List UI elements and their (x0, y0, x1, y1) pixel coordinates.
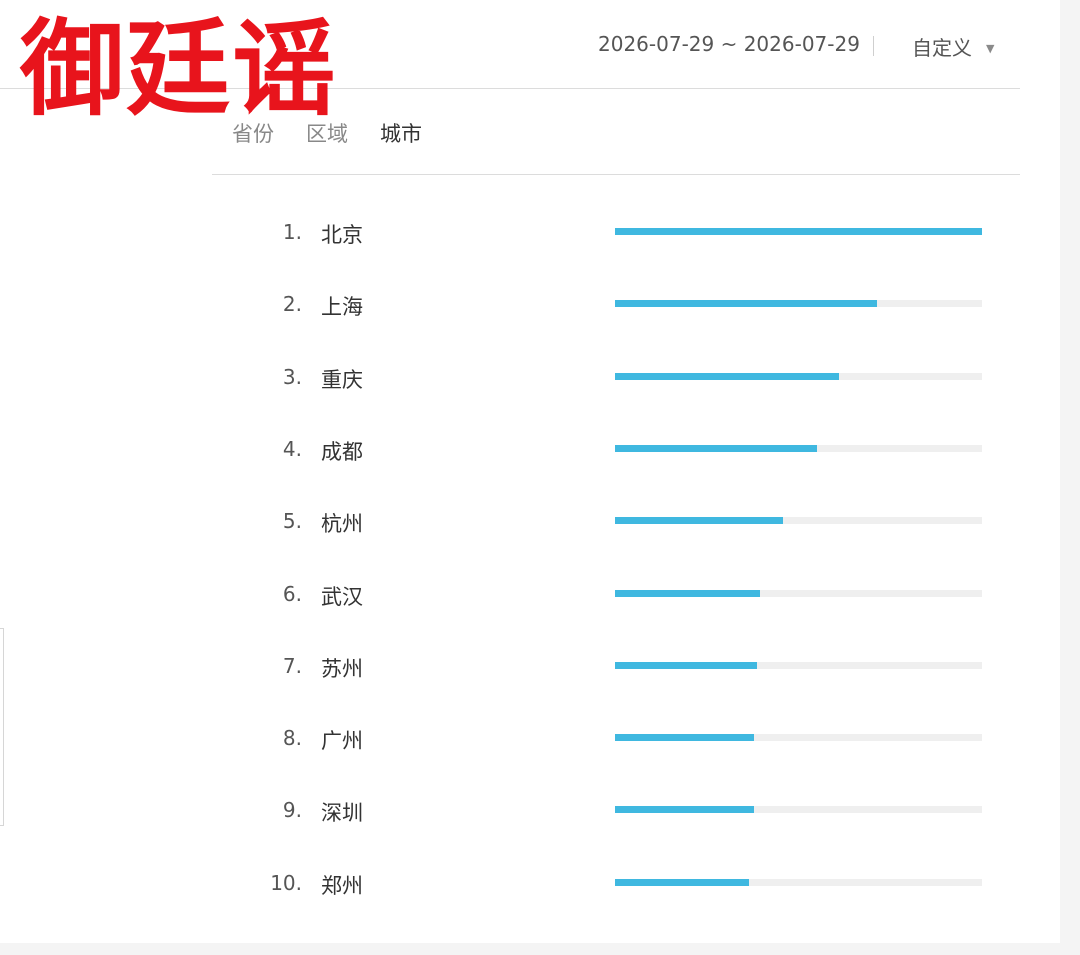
ranking-row: 6. 武汉 (0, 558, 1060, 630)
ranking-row: 5. 杭州 (0, 485, 1060, 557)
rank-bar-track (615, 878, 982, 886)
rank-bar-fill (615, 300, 877, 308)
rank-bar-fill (615, 806, 754, 814)
rank-number: 8. (282, 726, 302, 751)
caret-down-icon: ▼ (986, 42, 995, 55)
rank-bar-track (615, 300, 982, 308)
rank-bar-fill (615, 444, 817, 452)
rank-bar-track (615, 661, 982, 669)
header-divider (873, 36, 874, 56)
ranking-row: 9. 深圳 (0, 774, 1060, 846)
rank-number: 3. (282, 364, 302, 389)
ranking-row: 1. 北京 (0, 196, 1060, 268)
custom-range-label: 自定义 (912, 36, 972, 60)
ranking-card: 御廷谣 2026-07-29 ~ 2026-07-29 自定义 ▼ 省份 区域 城市 … (0, 0, 1060, 943)
rank-bar-fill (615, 517, 784, 525)
ranking-row: 10. 郑州 (0, 847, 1060, 919)
rank-bar-track (615, 444, 982, 452)
rank-bar-fill (615, 589, 760, 597)
rank-number: 10. (270, 870, 302, 895)
rank-bar-fill (615, 228, 982, 235)
ranking-row: 3. 重庆 (0, 341, 1060, 413)
rank-number: 1. (282, 220, 302, 244)
rank-bar-track (615, 517, 982, 525)
ranking-row: 4. 成都 (0, 413, 1060, 485)
rank-bar-track (615, 372, 982, 380)
rank-bar-fill (615, 734, 755, 742)
tabs-divider-line (212, 174, 1020, 175)
rank-number: 7. (282, 653, 302, 678)
rank-city-name: 广州 (321, 729, 363, 754)
rank-city-name: 上海 (321, 295, 363, 320)
ranking-row: 8. 广州 (0, 702, 1060, 774)
ranking-row: 7. 苏州 (0, 630, 1060, 702)
rank-city-name: 北京 (321, 223, 363, 247)
rank-city-name: 郑州 (321, 873, 363, 898)
rank-bar-track (615, 806, 982, 814)
rank-number: 5. (282, 509, 302, 534)
rank-number: 4. (282, 436, 302, 461)
tab-city[interactable]: 城市 (380, 118, 422, 148)
rank-bar-track (615, 734, 982, 742)
date-range[interactable]: 2026-07-29 ~ 2026-07-29 (598, 32, 860, 56)
rank-bar-fill (615, 878, 750, 886)
rank-city-name: 重庆 (321, 367, 363, 392)
rank-city-name: 成都 (321, 439, 363, 464)
rank-bar-track (615, 228, 982, 235)
rank-city-name: 苏州 (321, 656, 363, 681)
ranking-row: 2. 上海 (0, 268, 1060, 340)
rank-city-name: 杭州 (321, 512, 363, 537)
rank-bar-track (615, 589, 982, 597)
rank-city-name: 深圳 (321, 801, 363, 826)
rank-bar-fill (615, 372, 839, 380)
rank-number: 2. (282, 292, 302, 317)
custom-range-dropdown[interactable]: 自定义 ▼ (912, 32, 994, 61)
rank-bar-fill (615, 661, 758, 669)
rank-city-name: 武汉 (321, 584, 363, 609)
watermark: 御廷谣 (20, 8, 339, 130)
rank-number: 6. (282, 581, 302, 606)
rank-number: 9. (282, 798, 302, 823)
